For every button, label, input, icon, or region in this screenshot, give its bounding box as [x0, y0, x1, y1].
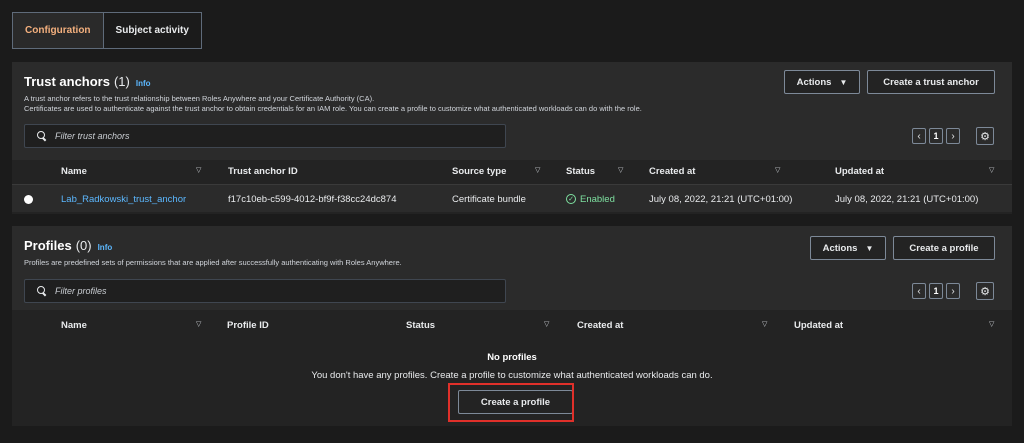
- empty-state-title: No profiles: [487, 352, 537, 363]
- caret-down-icon: ▼: [839, 77, 848, 87]
- col-name[interactable]: Name: [61, 158, 87, 184]
- sort-icon[interactable]: ▽: [196, 320, 201, 328]
- sort-icon[interactable]: ▽: [535, 166, 540, 174]
- filter-placeholder: Filter profiles: [55, 286, 107, 296]
- col-updated-at[interactable]: Updated at: [835, 158, 884, 184]
- trust-anchors-heading: Trust anchors: [24, 74, 110, 89]
- actions-label: Actions: [822, 242, 858, 254]
- caret-down-icon: ▼: [865, 243, 874, 253]
- page-number[interactable]: 1: [929, 128, 943, 144]
- trust-anchors-description-1: A trust anchor refers to the trust relat…: [24, 94, 375, 103]
- profiles-actions-button[interactable]: Actions ▼: [810, 236, 886, 260]
- col-updated-at[interactable]: Updated at: [794, 312, 843, 338]
- empty-state-message: You don't have any profiles. Create a pr…: [311, 370, 713, 381]
- col-created-at[interactable]: Created at: [577, 312, 623, 338]
- trust-anchor-name-link[interactable]: Lab_Radkowski_trust_anchor: [61, 185, 186, 213]
- col-created-at[interactable]: Created at: [649, 158, 695, 184]
- profiles-header: Profiles (0) Info Profiles are predefine…: [12, 226, 1012, 310]
- tab-subject-activity[interactable]: Subject activity: [103, 12, 202, 49]
- updated-at: July 08, 2022, 21:21 (UTC+01:00): [835, 193, 979, 205]
- profiles-title: Profiles (0) Info: [24, 238, 112, 253]
- col-status[interactable]: Status: [406, 312, 435, 338]
- filter-placeholder: Filter trust anchors: [55, 131, 130, 141]
- source-type: Certificate bundle: [452, 193, 526, 205]
- row-radio-button[interactable]: [24, 194, 33, 204]
- trust-anchors-info-link[interactable]: Info: [136, 79, 151, 88]
- sort-icon[interactable]: ▽: [762, 320, 767, 328]
- table-row[interactable]: Lab_Radkowski_trust_anchor f17c10eb-c599…: [12, 184, 1012, 212]
- profiles-info-link[interactable]: Info: [98, 243, 113, 252]
- sort-icon[interactable]: ▽: [989, 320, 994, 328]
- sort-icon[interactable]: ▽: [775, 166, 780, 174]
- status-text: Enabled: [580, 193, 615, 205]
- check-circle-icon: ✓: [566, 194, 576, 204]
- create-trust-anchor-button[interactable]: Create a trust anchor: [867, 70, 995, 94]
- chevron-right-icon[interactable]: ›: [946, 283, 960, 299]
- trust-anchor-id: f17c10eb-c599-4012-bf9f-f38cc24dc874: [228, 193, 397, 205]
- search-icon: [37, 131, 47, 141]
- trust-anchors-panel: Trust anchors (1) Info A trust anchor re…: [12, 62, 1012, 214]
- trust-anchors-count: (1): [113, 74, 130, 89]
- col-source-type[interactable]: Source type: [452, 158, 506, 184]
- trust-anchors-table-header: Name ▽ Trust anchor ID Source type ▽ Sta…: [12, 158, 1012, 184]
- col-name[interactable]: Name: [61, 312, 87, 338]
- tab-bar: Configuration Subject activity: [12, 12, 202, 49]
- search-icon: [37, 286, 47, 296]
- col-profile-id[interactable]: Profile ID: [227, 312, 269, 338]
- profiles-count: (0): [75, 238, 92, 253]
- profiles-panel: Profiles (0) Info Profiles are predefine…: [12, 226, 1012, 426]
- actions-label: Actions: [796, 76, 832, 88]
- gear-icon[interactable]: ⚙: [976, 127, 994, 145]
- chevron-right-icon[interactable]: ›: [946, 128, 960, 144]
- filter-profiles-input[interactable]: Filter profiles: [24, 279, 506, 303]
- profiles-pagination: ‹ 1 ›: [912, 283, 960, 299]
- profiles-heading: Profiles: [24, 238, 72, 253]
- col-trust-anchor-id[interactable]: Trust anchor ID: [228, 158, 298, 184]
- sort-icon[interactable]: ▽: [196, 166, 201, 174]
- chevron-left-icon[interactable]: ‹: [912, 283, 926, 299]
- trust-anchors-pagination: ‹ 1 ›: [912, 128, 960, 144]
- created-at: July 08, 2022, 21:21 (UTC+01:00): [649, 193, 793, 205]
- sort-icon[interactable]: ▽: [618, 166, 623, 174]
- col-status[interactable]: Status: [566, 158, 595, 184]
- filter-trust-anchors-input[interactable]: Filter trust anchors: [24, 124, 506, 148]
- create-profile-button[interactable]: Create a profile: [893, 236, 995, 260]
- highlight-box: [448, 383, 574, 422]
- profiles-table-header: Name ▽ Profile ID Status ▽ Created at ▽ …: [12, 312, 1012, 338]
- sort-icon[interactable]: ▽: [544, 320, 549, 328]
- chevron-left-icon[interactable]: ‹: [912, 128, 926, 144]
- trust-anchors-description-2: Certificates are used to authenticate ag…: [24, 104, 642, 113]
- trust-anchors-header: Trust anchors (1) Info A trust anchor re…: [12, 62, 1012, 160]
- tab-configuration[interactable]: Configuration: [12, 12, 104, 49]
- gear-icon[interactable]: ⚙: [976, 282, 994, 300]
- status-badge: ✓ Enabled: [566, 185, 615, 213]
- trust-anchors-title: Trust anchors (1) Info: [24, 74, 151, 89]
- page-number[interactable]: 1: [929, 283, 943, 299]
- trust-anchors-actions-button[interactable]: Actions ▼: [784, 70, 860, 94]
- sort-icon[interactable]: ▽: [989, 166, 994, 174]
- profiles-description: Profiles are predefined sets of permissi…: [24, 258, 402, 267]
